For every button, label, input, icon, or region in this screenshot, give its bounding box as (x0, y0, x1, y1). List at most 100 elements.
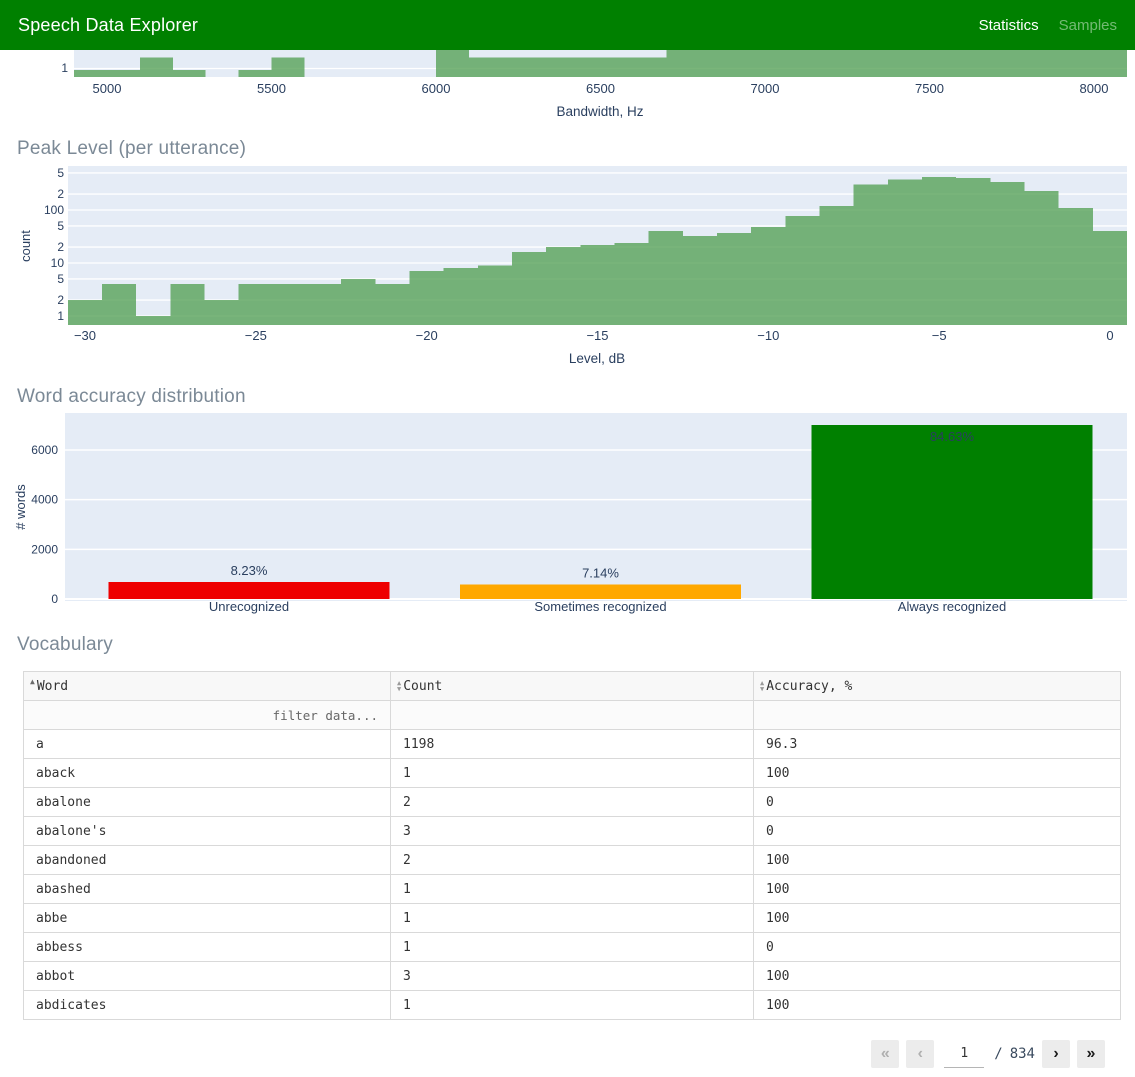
histogram-bar (238, 284, 273, 325)
word-cell: abbess (23, 932, 391, 962)
count-cell: 1 (390, 903, 754, 933)
table-row: a 1198 96.3 (23, 729, 1121, 759)
histogram-bar (682, 236, 718, 325)
count-cell: 1198 (390, 729, 754, 759)
section-title-peak-level: Peak Level (per utterance) (17, 138, 247, 159)
column-header-count[interactable]: ▲ ▼ Count (390, 671, 754, 701)
histogram-bar (1092, 231, 1128, 325)
histogram-bar (614, 242, 649, 325)
count-cell: 2 (390, 787, 754, 817)
column-header-accuracy[interactable]: ▲ ▼ Accuracy, % (753, 671, 1121, 701)
word-cell: abdicates (23, 990, 391, 1020)
histogram-bar (751, 226, 786, 325)
word-cell: abbot (23, 961, 391, 991)
histogram-bar (580, 244, 615, 325)
count-cell: 1 (390, 990, 754, 1020)
svg-text:−15: −15 (586, 328, 608, 343)
accuracy-cell: 100 (753, 874, 1121, 904)
svg-text:Unrecognized: Unrecognized (209, 599, 289, 614)
svg-text:−25: −25 (245, 328, 267, 343)
column-label: Word (36, 679, 69, 694)
section-title-vocabulary: Vocabulary (17, 634, 114, 655)
svg-text:10: 10 (51, 256, 65, 270)
accuracy-cell: 100 (753, 903, 1121, 933)
app-header: Speech Data Explorer Statistics Samples (0, 0, 1135, 50)
count-cell: 3 (390, 816, 754, 846)
histogram-bar (853, 184, 888, 325)
histogram-bar (272, 284, 308, 325)
bar-percent-label: 7.14% (582, 565, 619, 580)
word-cell: a (23, 729, 391, 759)
histogram-bar (819, 205, 854, 325)
svg-text:−30: −30 (74, 328, 96, 343)
svg-text:7000: 7000 (751, 81, 780, 96)
svg-text:5: 5 (57, 272, 64, 286)
word-cell: abashed (23, 874, 391, 904)
svg-text:2000: 2000 (31, 542, 58, 556)
nav-statistics[interactable]: Statistics (979, 17, 1039, 34)
bandwidth-histogram-chart: 1 5000 5500 6000 6500 7000 7500 8000 Bandwidth, … (61, 50, 1127, 119)
bar-percent-label: 8.23% (231, 563, 268, 578)
histogram-bar (102, 284, 137, 325)
svg-text:1: 1 (61, 61, 68, 75)
svg-text:5000: 5000 (93, 81, 122, 96)
page: Speech Data Explorer Statistics Samples … (0, 0, 1135, 1077)
bar-always-recognized (811, 425, 1093, 599)
histogram-bar (307, 284, 342, 325)
count-cell: 3 (390, 961, 754, 991)
svg-text:1: 1 (57, 309, 64, 323)
svg-text:−20: −20 (416, 328, 438, 343)
column-label: Accuracy, % (766, 678, 853, 694)
svg-text:6000: 6000 (422, 81, 451, 96)
word-cell: abalone's (23, 816, 391, 846)
filter-input[interactable] (24, 701, 390, 729)
histogram-bar (170, 284, 205, 325)
histogram-bar (172, 70, 206, 77)
word-cell: abalone (23, 787, 391, 817)
svg-text:5: 5 (57, 166, 64, 180)
bar-sometimes-recognized (460, 584, 741, 599)
table-row: aback 1 100 (23, 758, 1121, 788)
last-page-button[interactable]: » (1077, 1040, 1105, 1068)
histogram-bar (436, 50, 469, 77)
histogram-bar (74, 70, 140, 77)
word-accuracy-bar-chart: 8.23% 7.14% 84.63% 0 2000 4000 6000 Unrecognize… (13, 413, 1127, 614)
svg-text:Bandwidth, Hz: Bandwidth, Hz (556, 104, 643, 119)
accuracy-cell: 0 (753, 787, 1121, 817)
accuracy-cell: 0 (753, 932, 1121, 962)
bar-unrecognized (108, 582, 390, 599)
svg-text:0: 0 (51, 592, 58, 606)
svg-text:5500: 5500 (257, 81, 286, 96)
peak-level-histogram-chart: 1 2 5 10 2 5 100 2 5 −30 −25 −20 −15 −10 −5 0 count Level… (18, 166, 1128, 366)
svg-text:100: 100 (44, 203, 64, 217)
app-title: Speech Data Explorer (18, 14, 199, 35)
nav-samples[interactable]: Samples (1059, 17, 1117, 34)
svg-text:−5: −5 (932, 328, 947, 343)
table-row: abbess 1 0 (23, 932, 1121, 962)
column-header-word[interactable]: ▲ Word (23, 671, 391, 701)
histogram-bar (409, 271, 444, 325)
sort-icon: ▲ ▼ (397, 679, 402, 693)
filter-cell-empty (753, 700, 1121, 730)
count-cell: 1 (390, 932, 754, 962)
page-number-input[interactable] (944, 1040, 985, 1068)
word-cell: aback (23, 758, 391, 788)
first-page-button[interactable]: « (871, 1040, 900, 1068)
table-row: abbot 3 100 (23, 961, 1121, 991)
histogram-bar (1024, 190, 1059, 325)
histogram-bar (271, 57, 305, 77)
histogram-bar (1058, 207, 1093, 325)
word-cell: abbe (23, 903, 391, 933)
prev-page-button[interactable]: ‹ (906, 1040, 935, 1068)
svg-text:2: 2 (57, 240, 64, 254)
histogram-bar (375, 284, 410, 325)
bar-percent-label: 84.63% (930, 429, 975, 444)
svg-text:Sometimes recognized: Sometimes recognized (534, 599, 666, 614)
table-row: abalone's 3 0 (23, 816, 1121, 846)
word-cell: abandoned (23, 845, 391, 875)
histogram-bar (468, 57, 667, 77)
table-row: abbe 1 100 (23, 903, 1121, 933)
count-cell: 1 (390, 758, 754, 788)
sort-ascending-icon: ▲ (30, 677, 35, 686)
next-page-button[interactable]: › (1042, 1040, 1070, 1068)
